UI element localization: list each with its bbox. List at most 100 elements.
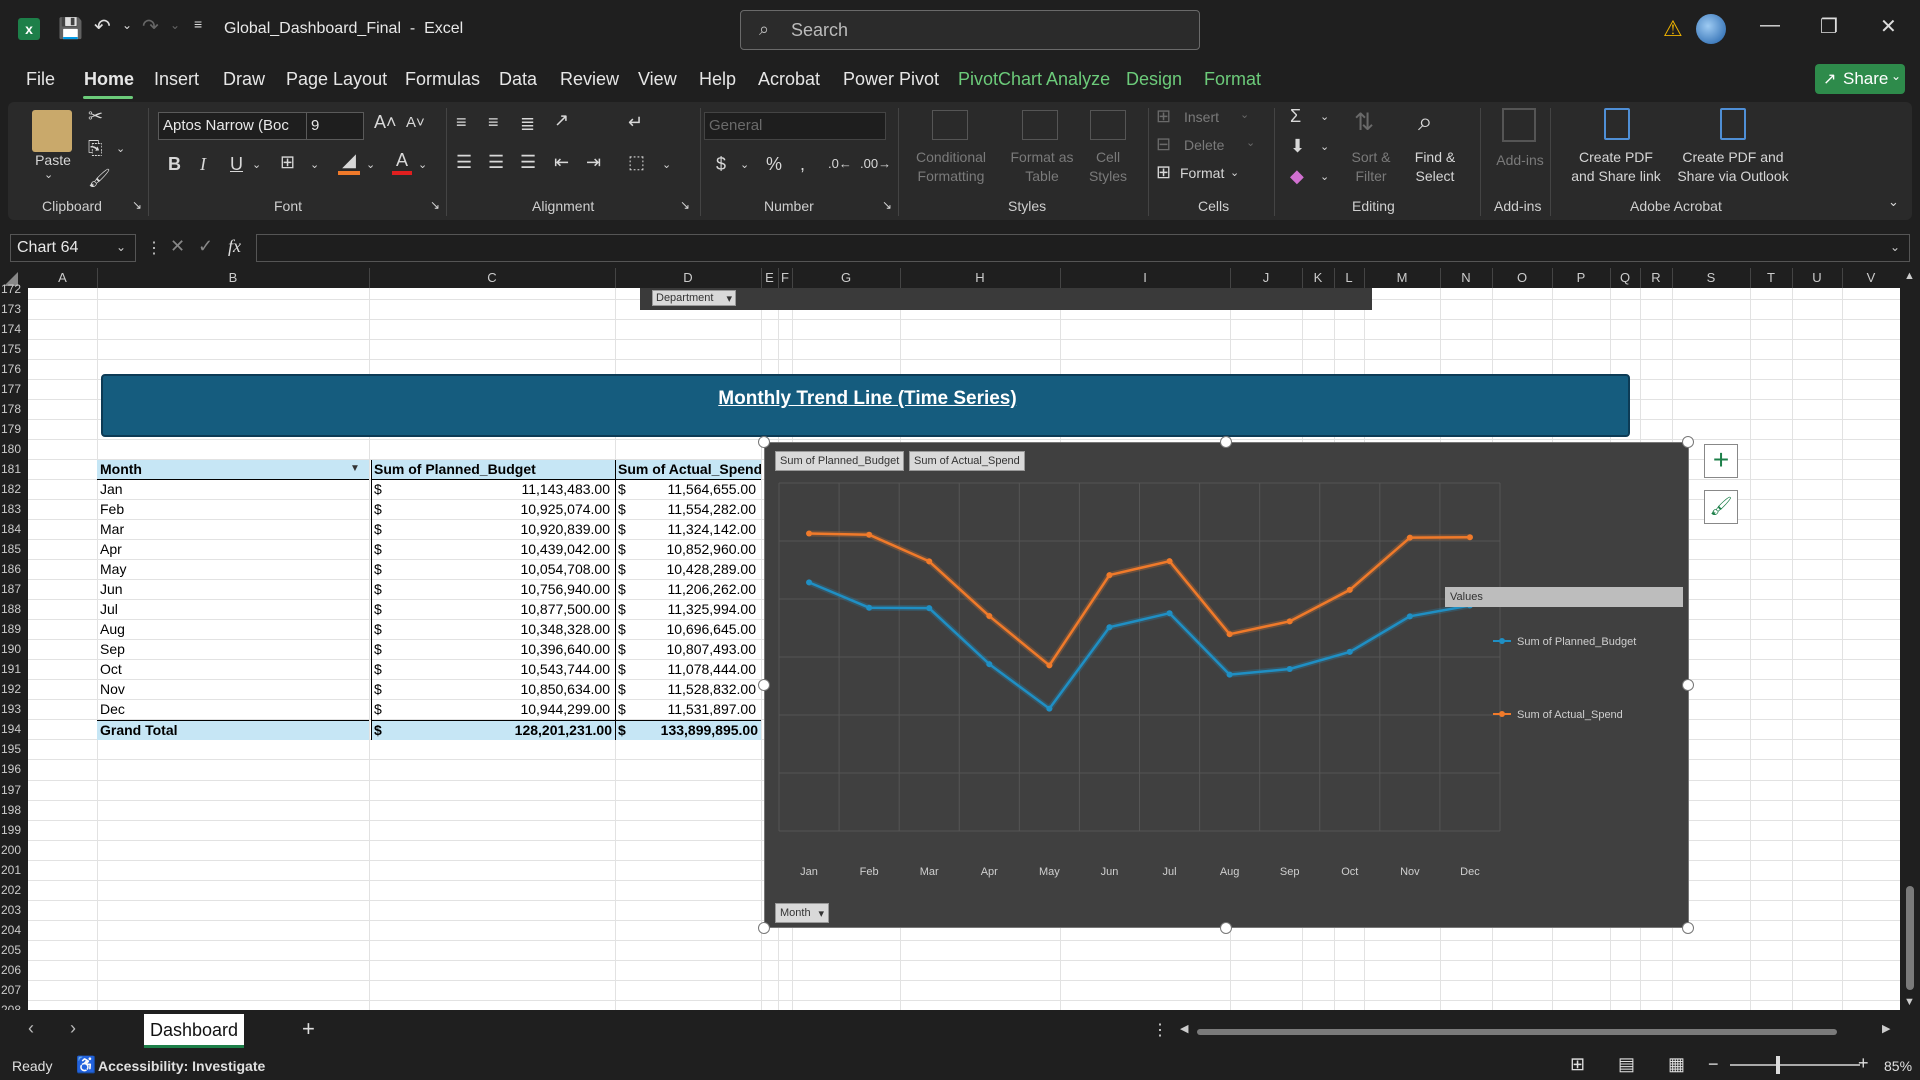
row-header[interactable]: 197 bbox=[0, 783, 28, 803]
row-header[interactable]: 191 bbox=[0, 662, 28, 682]
pivot-cell-month[interactable]: May bbox=[97, 560, 369, 580]
tab-draw[interactable]: Draw bbox=[223, 69, 265, 90]
row-header[interactable]: 190 bbox=[0, 642, 28, 662]
pivot-cell-actual[interactable]: 11,206,262.00 bbox=[635, 580, 759, 600]
resize-handle-tl[interactable] bbox=[758, 436, 770, 448]
pivot-cell-actual[interactable]: 11,325,994.00 bbox=[635, 600, 759, 620]
column-header[interactable]: F bbox=[778, 270, 792, 285]
row-header[interactable]: 172 bbox=[0, 282, 28, 302]
sort-filter-label[interactable]: Sort & Filter bbox=[1342, 148, 1400, 186]
increase-font-icon[interactable]: A˄ bbox=[374, 112, 397, 133]
font-name-combo[interactable]: Aptos Narrow (Boc bbox=[158, 112, 308, 140]
resize-handle-bl[interactable] bbox=[758, 922, 770, 934]
fill-dropdown-icon[interactable]: ⌄ bbox=[1320, 140, 1329, 153]
next-sheet-icon[interactable]: › bbox=[70, 1018, 76, 1039]
pivot-cell-currency[interactable]: $ bbox=[615, 640, 635, 660]
tab-data[interactable]: Data bbox=[499, 69, 537, 90]
normal-view-icon[interactable]: ⊞ bbox=[1570, 1054, 1585, 1075]
delete-cells-label[interactable]: Delete bbox=[1184, 137, 1224, 153]
column-header[interactable]: J bbox=[1230, 270, 1302, 285]
pivot-total-currency[interactable]: $ bbox=[371, 720, 391, 740]
pivot-cell-currency[interactable]: $ bbox=[615, 480, 635, 500]
pivot-cell-month[interactable]: Sep bbox=[97, 640, 369, 660]
row-header[interactable]: 205 bbox=[0, 943, 28, 963]
pivot-cell-planned[interactable]: 10,543,744.00 bbox=[391, 660, 613, 680]
pivot-cell-currency[interactable]: $ bbox=[615, 620, 635, 640]
pivot-cell-currency[interactable]: $ bbox=[371, 500, 391, 520]
pivot-cell-currency[interactable]: $ bbox=[615, 700, 635, 720]
add-ins-label[interactable]: Add-ins bbox=[1488, 152, 1552, 168]
row-header[interactable]: 198 bbox=[0, 803, 28, 823]
sheet-tab-dashboard[interactable]: Dashboard bbox=[144, 1014, 244, 1048]
confirm-entry-icon[interactable]: ✓ bbox=[198, 236, 213, 257]
row-header[interactable]: 177 bbox=[0, 382, 28, 402]
row-header[interactable]: 199 bbox=[0, 823, 28, 843]
percent-button[interactable]: % bbox=[766, 154, 782, 175]
pivot-cell-currency[interactable]: $ bbox=[615, 660, 635, 680]
paste-dropdown-icon[interactable]: ⌄ bbox=[44, 168, 53, 181]
row-header[interactable]: 175 bbox=[0, 342, 28, 362]
row-header[interactable]: 194 bbox=[0, 722, 28, 742]
column-header[interactable]: H bbox=[900, 270, 1060, 285]
worksheet-grid[interactable]: ABCDEFGHIJKLMNOPQRSTUV 172 173 174 175 176 17… bbox=[0, 268, 1920, 1010]
pivot-cell-actual[interactable]: 10,852,960.00 bbox=[635, 540, 759, 560]
format-as-table-icon[interactable] bbox=[1022, 110, 1058, 140]
tab-file[interactable]: File bbox=[26, 69, 55, 90]
sort-filter-icon[interactable]: ⇅ bbox=[1354, 108, 1374, 137]
pivot-cell-currency[interactable]: $ bbox=[615, 520, 635, 540]
zoom-slider[interactable] bbox=[1730, 1064, 1860, 1066]
column-header[interactable]: D bbox=[615, 270, 761, 285]
axis-field-button-month[interactable]: Month ▾ bbox=[775, 903, 829, 923]
row-header[interactable]: 182 bbox=[0, 482, 28, 502]
font-launcher-icon[interactable]: ↘ bbox=[430, 198, 440, 212]
pivot-cell-planned[interactable]: 10,348,328.00 bbox=[391, 620, 613, 640]
resize-handle-tr[interactable] bbox=[1682, 436, 1694, 448]
undo-dropdown-icon[interactable]: ⌄ bbox=[122, 18, 132, 32]
pivot-cell-planned[interactable]: 10,925,074.00 bbox=[391, 500, 613, 520]
decrease-decimal-icon[interactable]: .00→ bbox=[860, 156, 891, 171]
pivot-cell-actual[interactable]: 11,528,832.00 bbox=[635, 680, 759, 700]
row-header[interactable]: 188 bbox=[0, 602, 28, 622]
cancel-entry-icon[interactable]: ✕ bbox=[170, 236, 185, 257]
minimize-icon[interactable]: — bbox=[1760, 14, 1780, 37]
scroll-down-icon[interactable]: ▼ bbox=[1904, 996, 1915, 1008]
row-header[interactable]: 186 bbox=[0, 562, 28, 582]
number-launcher-icon[interactable]: ↘ bbox=[882, 198, 892, 212]
pivot-cell-month[interactable]: Jan bbox=[97, 480, 369, 500]
format-cells-icon[interactable]: ⊞ bbox=[1156, 162, 1171, 183]
pivot-cell-month[interactable]: Jun bbox=[97, 580, 369, 600]
pivot-cell-planned[interactable]: 10,054,708.00 bbox=[391, 560, 613, 580]
align-right-icon[interactable]: ☰ bbox=[520, 152, 536, 173]
create-pdf-outlook-icon[interactable] bbox=[1720, 108, 1746, 140]
insert-cells-label[interactable]: Insert bbox=[1184, 109, 1219, 125]
pivot-cell-planned[interactable]: 10,850,634.00 bbox=[391, 680, 613, 700]
row-header[interactable]: 193 bbox=[0, 702, 28, 722]
orientation-icon[interactable]: ↗ bbox=[554, 110, 569, 131]
pivot-cell-currency[interactable]: $ bbox=[371, 520, 391, 540]
row-header[interactable]: 192 bbox=[0, 682, 28, 702]
row-header[interactable]: 183 bbox=[0, 502, 28, 522]
insert-dropdown-icon[interactable]: ⌄ bbox=[1240, 108, 1249, 121]
font-color-icon[interactable]: A bbox=[392, 150, 412, 175]
row-header[interactable]: 173 bbox=[0, 302, 28, 322]
create-pdf-share-icon[interactable] bbox=[1604, 108, 1630, 140]
create-pdf-share-label[interactable]: Create PDF and Share link bbox=[1560, 148, 1672, 186]
vertical-scrollbar[interactable]: ▲ ▼ bbox=[1900, 268, 1920, 1010]
alignment-launcher-icon[interactable]: ↘ bbox=[680, 198, 690, 212]
pivot-cell-currency[interactable]: $ bbox=[371, 660, 391, 680]
tab-formulas[interactable]: Formulas bbox=[405, 69, 480, 90]
row-header[interactable]: 208 bbox=[0, 1003, 28, 1010]
pivot-header-month[interactable]: Month bbox=[97, 460, 369, 480]
tab-review[interactable]: Review bbox=[560, 69, 619, 90]
pivot-cell-actual[interactable]: 11,564,655.00 bbox=[635, 480, 759, 500]
formula-input[interactable] bbox=[256, 234, 1910, 262]
pivot-cell-actual[interactable]: 10,428,289.00 bbox=[635, 560, 759, 580]
scroll-right-icon[interactable]: ▶ bbox=[1882, 1022, 1890, 1035]
create-pdf-outlook-label[interactable]: Create PDF and Share via Outlook bbox=[1670, 148, 1796, 186]
row-header[interactable]: 206 bbox=[0, 963, 28, 983]
chart-elements-button[interactable]: + bbox=[1704, 444, 1738, 478]
pivot-grand-total-label[interactable]: Grand Total bbox=[97, 720, 369, 740]
row-header[interactable]: 200 bbox=[0, 843, 28, 863]
column-header[interactable]: Q bbox=[1610, 270, 1640, 285]
pivot-cell-currency[interactable]: $ bbox=[371, 640, 391, 660]
